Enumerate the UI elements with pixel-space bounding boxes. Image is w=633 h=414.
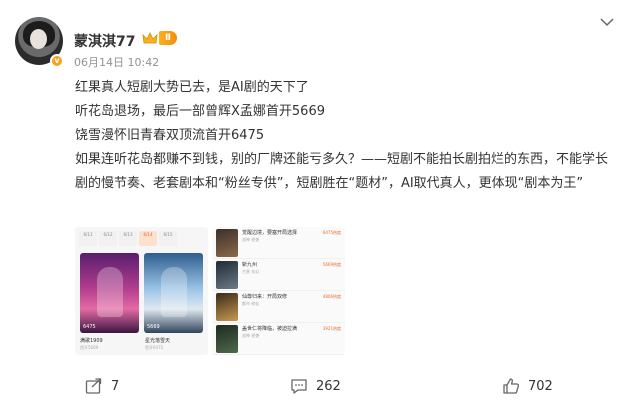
- avatar-face: [30, 29, 47, 49]
- poster-figure: [97, 267, 123, 317]
- rank-text: 斩九州 古装 玄幻: [242, 261, 319, 288]
- verified-badge: v: [50, 54, 64, 68]
- post-line: 饶雪漫怀旧青春双顶流首开6475: [75, 128, 265, 143]
- post-line: 如果连听花岛都赚不到钱，别的厂牌还能亏多久？——短剧不能拍长剧拍烂的东西，不能学…: [75, 152, 609, 191]
- rank-title: 仙尊归来：开局双修: [242, 294, 288, 300]
- rank-text: 仙尊归来：开局双修 都市 修仙: [242, 293, 319, 320]
- poster-image: 6475: [80, 253, 139, 333]
- chevron-down-icon[interactable]: [600, 17, 614, 27]
- date-tabs: 6/11 6/12 6/13 6/14 6/15: [75, 227, 208, 250]
- date-pill: 6/11: [79, 231, 97, 246]
- like-button[interactable]: 702: [502, 377, 553, 395]
- poster-title: 星光落雪天: [145, 338, 171, 344]
- share-icon: [85, 378, 102, 394]
- rank-text: 觉醒边境，要塞开局选择 战神 逆袭: [242, 229, 319, 256]
- rank-meta: 战神 逆袭: [242, 333, 260, 338]
- rank-meta: 古装 玄幻: [242, 269, 260, 274]
- ranking-row: 觉醒边境，要塞开局选择 战神 逆袭 6475热度: [212, 227, 345, 259]
- share-button[interactable]: 7: [85, 377, 119, 395]
- post-line: 听花岛退场，最后一部曾辉X孟娜首开5669: [75, 104, 325, 119]
- date-pill: 6/15: [159, 231, 177, 246]
- rank-poster: [216, 261, 238, 289]
- date-pill: 6/13: [119, 231, 137, 246]
- rank-title: 斩九州: [242, 262, 258, 268]
- rank-title: 觉醒边境，要塞开局选择: [242, 230, 298, 236]
- like-count: 702: [528, 378, 553, 394]
- poster-text: 星光落雪天 首开6475: [145, 338, 205, 351]
- comment-count: 262: [316, 378, 341, 394]
- rank-heat: 4806热度: [322, 294, 341, 299]
- comment-button[interactable]: 262: [290, 377, 341, 395]
- rank-heat: 3921热度: [322, 326, 341, 331]
- rank-poster: [216, 229, 238, 257]
- date-pill: 6/12: [99, 231, 117, 246]
- date-pill-active: 6/14: [139, 231, 157, 246]
- action-bar: 7 262 702: [0, 377, 633, 407]
- poster-sub: 首开5669: [80, 345, 99, 350]
- comment-icon: [291, 379, 307, 394]
- rank-meta: 战神 逆袭: [242, 237, 260, 242]
- poster-caption: 6475: [83, 324, 96, 330]
- poster-cards: 6475 5669: [75, 250, 208, 336]
- ranking-row: 盖世仁将降临，被迫拉满 战神 逆袭 3921热度: [212, 323, 345, 355]
- image-thumbnail-ranking[interactable]: 觉醒边境，要塞开局选择 战神 逆袭 6475热度 斩九州 古装 玄幻 5669热…: [212, 227, 345, 355]
- like-icon: [503, 378, 520, 394]
- rank-text: 盖世仁将降临，被迫拉满 战神 逆袭: [242, 325, 319, 352]
- rank-title: 盖世仁将降临，被迫拉满: [242, 326, 298, 332]
- rank-poster: [216, 325, 238, 353]
- share-count: 7: [111, 378, 120, 394]
- level-badge[interactable]: Ⅱ: [159, 31, 177, 45]
- author-name[interactable]: 蒙淇淇77: [74, 31, 135, 51]
- post-content: 红果真人短剧大势已去，是AI剧的天下了 听花岛退场，最后一部曾辉X孟娜首开566…: [75, 76, 615, 196]
- rank-poster: [216, 293, 238, 321]
- post-line: 红果真人短剧大势已去，是AI剧的天下了: [75, 80, 309, 95]
- crown-icon: [142, 32, 158, 44]
- ranking-row: 仙尊归来：开局双修 都市 修仙 4806热度: [212, 291, 345, 323]
- post-time[interactable]: 06月14日 10:42: [74, 54, 159, 70]
- poster-sub: 首开6475: [145, 345, 164, 350]
- poster-title: 满歌1909: [80, 338, 103, 344]
- rank-heat: 5669热度: [322, 262, 341, 267]
- poster-caption: 5669: [147, 324, 160, 330]
- rank-heat: 6475热度: [322, 230, 341, 235]
- ranking-row: 斩九州 古装 玄幻 5669热度: [212, 259, 345, 291]
- image-thumbnail-charts[interactable]: 6/11 6/12 6/13 6/14 6/15 6475 5669 满歌190…: [75, 227, 208, 355]
- poster-image: 5669: [144, 253, 203, 333]
- rank-meta: 都市 修仙: [242, 301, 260, 306]
- poster-titles: 满歌1909 首开5669 星光落雪天 首开6475: [75, 336, 208, 353]
- poster-text: 满歌1909 首开5669: [80, 338, 140, 351]
- poster-figure: [161, 267, 187, 317]
